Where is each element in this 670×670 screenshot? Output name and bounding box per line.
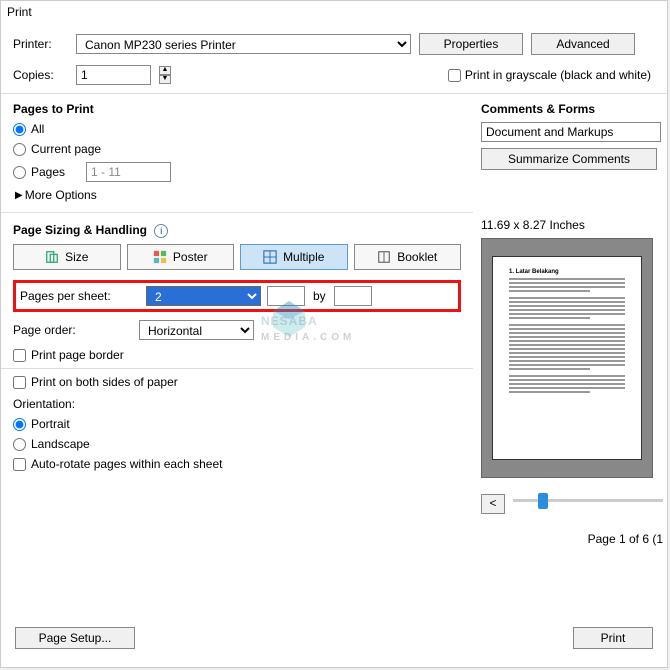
multiple-icon (263, 250, 277, 264)
all-radio[interactable] (13, 123, 26, 136)
comments-title: Comments & Forms (481, 102, 663, 116)
more-options-toggle[interactable]: ▶ More Options (15, 188, 461, 202)
preview-pane: 1. Latar Belakang (481, 238, 653, 478)
current-page-radio[interactable] (13, 143, 26, 156)
advanced-button[interactable]: Advanced (531, 33, 635, 55)
sizing-title: Page Sizing & Handling i (13, 223, 461, 238)
multiple-button[interactable]: Multiple (240, 244, 348, 270)
current-page-label: Current page (31, 142, 101, 156)
orientation-title: Orientation: (13, 397, 461, 411)
stepper-up-icon[interactable]: ▲ (159, 66, 171, 75)
more-options-label: More Options (25, 188, 97, 202)
landscape-radio[interactable] (13, 438, 26, 451)
print-dialog: Print Printer: Canon MP230 series Printe… (0, 0, 668, 668)
pages-per-sheet-select[interactable]: 2 (146, 286, 261, 306)
copies-stepper[interactable]: ▲ ▼ (159, 66, 171, 84)
properties-button[interactable]: Properties (419, 33, 523, 55)
portrait-label: Portrait (31, 417, 70, 431)
printer-select[interactable]: Canon MP230 series Printer (76, 34, 411, 54)
poster-icon (153, 250, 167, 264)
highlight-box: Pages per sheet: 2 by (13, 280, 461, 312)
print-button[interactable]: Print (573, 627, 653, 649)
preview-page: 1. Latar Belakang (492, 256, 642, 460)
poster-button[interactable]: Poster (127, 244, 235, 270)
info-icon[interactable]: i (154, 224, 168, 238)
preview-dimensions: 11.69 x 8.27 Inches (481, 218, 663, 232)
comments-select[interactable]: Document and Markups (481, 122, 661, 142)
copies-input[interactable] (76, 65, 151, 85)
both-sides-label: Print on both sides of paper (31, 375, 178, 389)
window-title: Print (1, 1, 667, 23)
both-sides-checkbox[interactable] (13, 376, 26, 389)
pps-cols-input[interactable] (267, 286, 305, 306)
page-order-select[interactable]: Horizontal (139, 320, 254, 340)
slider-thumb[interactable] (538, 493, 548, 509)
portrait-radio[interactable] (13, 418, 26, 431)
copies-label: Copies: (13, 68, 68, 82)
printer-label: Printer: (13, 37, 68, 51)
auto-rotate-checkbox[interactable] (13, 458, 26, 471)
pages-to-print-title: Pages to Print (13, 102, 461, 116)
size-icon (45, 250, 59, 264)
pages-radio[interactable] (13, 166, 26, 179)
page-setup-button[interactable]: Page Setup... (15, 627, 135, 649)
landscape-label: Landscape (31, 437, 90, 451)
print-page-border-label: Print page border (31, 348, 124, 362)
size-button[interactable]: Size (13, 244, 121, 270)
preview-prev-button[interactable]: < (481, 494, 505, 514)
page-count-label: Page 1 of 6 (1 (481, 532, 663, 546)
grayscale-checkbox[interactable] (448, 69, 461, 82)
by-label: by (313, 289, 326, 303)
booklet-button[interactable]: Booklet (354, 244, 462, 270)
preview-slider[interactable] (513, 499, 663, 502)
print-page-border-checkbox[interactable] (13, 349, 26, 362)
pps-rows-input[interactable] (334, 286, 372, 306)
auto-rotate-label: Auto-rotate pages within each sheet (31, 457, 222, 471)
pages-label: Pages (31, 165, 81, 179)
page-order-label: Page order: (13, 323, 133, 337)
grayscale-label: Print in grayscale (black and white) (465, 68, 651, 82)
all-label: All (31, 122, 44, 136)
pages-range-input[interactable] (86, 162, 171, 182)
chevron-right-icon: ▶ (15, 190, 23, 201)
top-section: Printer: Canon MP230 series Printer Prop… (1, 23, 667, 93)
booklet-icon (377, 250, 391, 264)
pps-label: Pages per sheet: (20, 289, 140, 303)
summarize-comments-button[interactable]: Summarize Comments (481, 148, 657, 170)
stepper-down-icon[interactable]: ▼ (159, 75, 171, 84)
